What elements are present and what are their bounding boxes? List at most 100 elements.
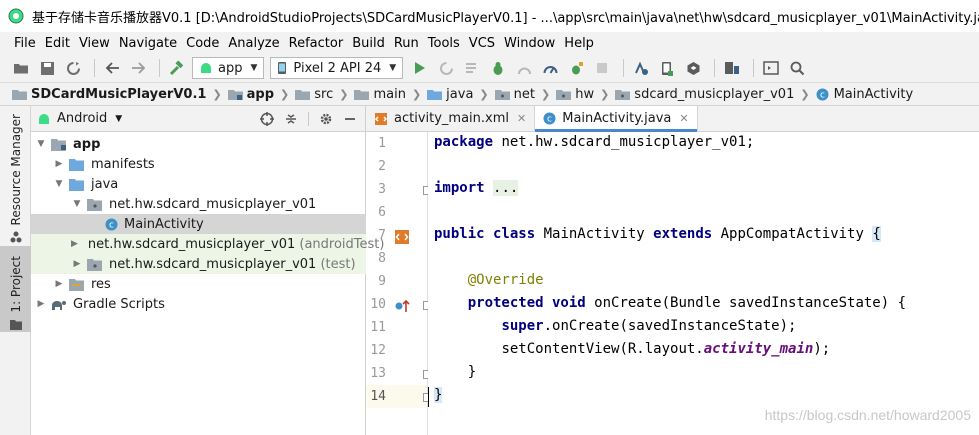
project-view-value: Android <box>57 111 108 126</box>
chevron-down-icon: ▼ <box>115 113 123 124</box>
line-number: 10 <box>370 297 386 312</box>
project-structure-icon[interactable] <box>721 57 743 79</box>
menu-window[interactable]: Window <box>502 36 562 51</box>
stop-icon[interactable] <box>591 57 613 79</box>
menu-analyze[interactable]: Analyze <box>226 36 286 51</box>
sdk-manager-icon[interactable] <box>682 57 704 79</box>
folder-icon <box>295 89 311 100</box>
super-call: .onCreate(savedInstanceState); <box>543 318 797 334</box>
search-icon[interactable] <box>786 57 808 79</box>
breadcrumb-package[interactable]: sdcard_musicplayer_v01 ❯ <box>615 87 815 102</box>
debug-icon[interactable] <box>487 57 509 79</box>
apply-code-changes-icon[interactable] <box>461 57 483 79</box>
resource-manager-label: Resource Manager <box>8 114 23 226</box>
folded-imports[interactable]: ... <box>493 180 519 196</box>
close-icon[interactable]: ✕ <box>517 112 526 125</box>
matched-brace: { <box>872 226 881 242</box>
collapsed-arrow-icon[interactable]: ▶ <box>53 159 65 169</box>
expanded-arrow-icon[interactable]: ▼ <box>71 199 83 209</box>
tree-item-res[interactable]: ▶ res <box>31 274 366 294</box>
menu-code[interactable]: Code <box>184 36 226 51</box>
line-number: 9 <box>378 274 386 289</box>
menu-file[interactable]: File <box>12 36 43 51</box>
tree-item-mainactivity[interactable]: c MainActivity <box>31 214 366 234</box>
menu-navigate[interactable]: Navigate <box>117 36 184 51</box>
menu-run[interactable]: Run <box>392 36 426 51</box>
module-folder-icon <box>227 89 243 100</box>
tab-label: MainActivity.java <box>562 111 672 126</box>
menu-build[interactable]: Build <box>350 36 392 51</box>
sync-gradle-icon[interactable] <box>630 57 652 79</box>
tree-item-manifests[interactable]: ▶ manifests <box>31 154 366 174</box>
sync-icon[interactable] <box>62 57 84 79</box>
tree-item-app[interactable]: ▼ app <box>31 134 366 154</box>
toolbar-separator <box>94 59 95 77</box>
line-number: 7 <box>378 228 386 243</box>
class-name: MainActivity <box>535 226 654 242</box>
resource-manager-tab[interactable]: Resource Manager <box>0 114 31 243</box>
class-icon: c <box>105 218 118 230</box>
menu-help[interactable]: Help <box>562 36 601 51</box>
gear-icon[interactable] <box>319 112 333 126</box>
open-folder-icon[interactable] <box>10 57 32 79</box>
profile-icon[interactable] <box>513 57 535 79</box>
forward-arrow-icon[interactable] <box>127 57 149 79</box>
make-project-hammer-icon[interactable] <box>166 57 188 79</box>
tree-item-label: Gradle Scripts <box>73 296 165 312</box>
avd-manager-icon[interactable] <box>656 57 678 79</box>
back-arrow-icon[interactable] <box>101 57 123 79</box>
profiler-gauge-icon[interactable] <box>539 57 561 79</box>
tab-activity-main-xml[interactable]: activity_main.xml ✕ <box>366 106 536 131</box>
breadcrumb-module[interactable]: app ❯ <box>227 87 296 102</box>
svg-text:c: c <box>820 90 825 100</box>
breadcrumb-src[interactable]: src ❯ <box>295 87 354 102</box>
panel-tools-separator <box>308 112 309 126</box>
close-icon[interactable]: ✕ <box>679 112 688 125</box>
save-all-icon[interactable] <box>36 57 58 79</box>
collapse-all-icon[interactable] <box>284 112 298 126</box>
breadcrumb-hw[interactable]: hw ❯ <box>556 87 615 102</box>
run-icon[interactable] <box>409 57 431 79</box>
tree-item-gradle-scripts[interactable]: ▶ Gradle Scripts <box>31 294 366 314</box>
tree-item-label: java <box>91 176 119 192</box>
hide-panel-icon[interactable] <box>343 112 357 126</box>
breadcrumb-net[interactable]: net ❯ <box>494 86 557 102</box>
menu-view[interactable]: View <box>77 36 117 51</box>
breadcrumb-file[interactable]: c MainActivity <box>816 87 913 102</box>
tab-mainactivity-java[interactable]: c MainActivity.java ✕ <box>535 106 698 132</box>
menu-refactor[interactable]: Refactor <box>287 36 351 51</box>
attach-debugger-icon[interactable] <box>565 57 587 79</box>
collapsed-arrow-icon[interactable]: ▶ <box>35 299 47 309</box>
tree-item-java[interactable]: ▼ java <box>31 174 366 194</box>
menu-bar: File Edit View Navigate Code Analyze Ref… <box>0 32 979 54</box>
code-editor[interactable]: package net.hw.sdcard_musicplayer_v01; i… <box>428 132 979 435</box>
menu-vcs[interactable]: VCS <box>467 36 502 51</box>
device-file-explorer-icon[interactable] <box>760 57 782 79</box>
chevron-right-icon: ❯ <box>280 87 290 101</box>
chevron-right-icon: ❯ <box>411 87 422 101</box>
editor-gutter: 1 2 3 6 7 8 9 10 11 12 13 14 <box>366 132 432 435</box>
collapsed-arrow-icon[interactable]: ▶ <box>53 279 65 289</box>
breadcrumb-net-label: net <box>513 86 535 102</box>
device-select[interactable]: Pixel 2 API 24 ▼ <box>270 57 404 79</box>
collapsed-arrow-icon[interactable]: ▶ <box>71 259 83 269</box>
project-view-select[interactable]: Android ▼ <box>37 111 122 126</box>
breadcrumb-java[interactable]: java ❯ <box>427 87 494 102</box>
phone-icon <box>278 62 287 74</box>
project-tool-tab[interactable]: 1: Project <box>0 246 31 332</box>
expanded-arrow-icon[interactable]: ▼ <box>53 179 65 189</box>
tree-item-package[interactable]: ▼ net.hw.sdcard_musicplayer_v01 <box>31 194 366 214</box>
menu-edit[interactable]: Edit <box>43 36 77 51</box>
breadcrumb-main[interactable]: main ❯ <box>354 87 427 102</box>
apply-changes-icon[interactable] <box>435 57 457 79</box>
tree-item-test-package[interactable]: ▶ net.hw.sdcard_musicplayer_v01 (test) <box>31 254 366 274</box>
locate-file-icon[interactable] <box>260 112 274 126</box>
module-select[interactable]: app ▼ <box>192 57 265 79</box>
tree-item-android-test-package[interactable]: ▶ net.hw.sdcard_musicplayer_v01 (android… <box>31 234 384 254</box>
override-method-icon[interactable] <box>394 298 410 314</box>
menu-tools[interactable]: Tools <box>426 36 467 51</box>
expanded-arrow-icon[interactable]: ▼ <box>35 139 47 149</box>
layout-file-icon[interactable] <box>394 229 410 245</box>
collapsed-arrow-icon[interactable]: ▶ <box>71 239 78 249</box>
breadcrumb-project[interactable]: SDCardMusicPlayerV0.1 ❯ <box>12 87 228 102</box>
